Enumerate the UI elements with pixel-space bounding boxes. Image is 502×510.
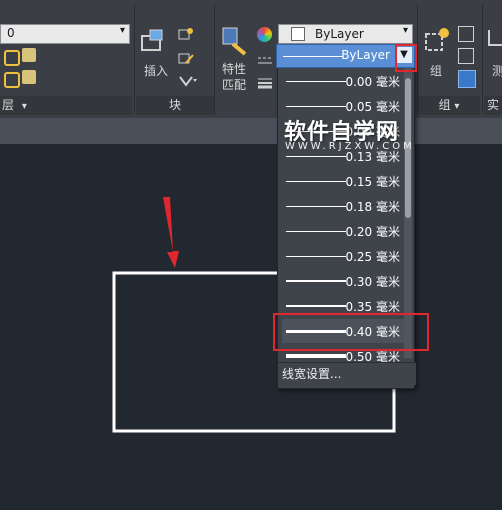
lineweight-preview-line <box>286 280 346 282</box>
lineweight-option[interactable]: 0.15 毫米 <box>282 169 404 193</box>
lineweight-preview-line <box>286 155 346 157</box>
lineweight-settings-link[interactable]: 线宽设置... <box>278 362 416 385</box>
lineweight-option-label: 0.05 毫米 <box>345 100 400 114</box>
lineweight-option-label: 0.25 毫米 <box>345 250 400 264</box>
drawing-overlay <box>112 197 396 433</box>
red-arrow-icon <box>163 197 179 268</box>
lineweight-preview-line <box>286 354 346 358</box>
lineweight-option-label: 0.30 毫米 <box>345 275 400 289</box>
lineweight-option-label: 0.18 毫米 <box>345 200 400 214</box>
lineweight-preview-line <box>286 255 346 257</box>
lineweight-preview-line <box>286 105 346 107</box>
lineweight-option-label: 0.00 毫米 <box>345 75 400 89</box>
watermark-url: WWW.RJZXW.COM <box>285 141 415 152</box>
lineweight-option-label: 0.20 毫米 <box>345 225 400 239</box>
lineweight-option[interactable]: 0.30 毫米 <box>282 269 404 293</box>
lineweight-combo-line <box>283 56 343 57</box>
lineweight-option[interactable]: 0.00 毫米 <box>282 69 404 93</box>
lineweight-combo-value: ByLayer <box>341 48 390 62</box>
lineweight-preview-line <box>286 80 346 82</box>
selected-lineweight-highlight <box>273 313 429 351</box>
lineweight-option[interactable]: 0.20 毫米 <box>282 219 404 243</box>
dropdown-arrow-highlight <box>395 44 417 72</box>
lineweight-option-label: 0.15 毫米 <box>345 175 400 189</box>
lineweight-preview-line <box>286 230 346 232</box>
lineweight-preview-line <box>286 205 346 207</box>
lineweight-option[interactable]: 0.18 毫米 <box>282 194 404 218</box>
lineweight-preview-line <box>286 305 346 307</box>
lineweight-option[interactable]: 0.25 毫米 <box>282 244 404 268</box>
lineweight-preview-line <box>286 180 346 182</box>
